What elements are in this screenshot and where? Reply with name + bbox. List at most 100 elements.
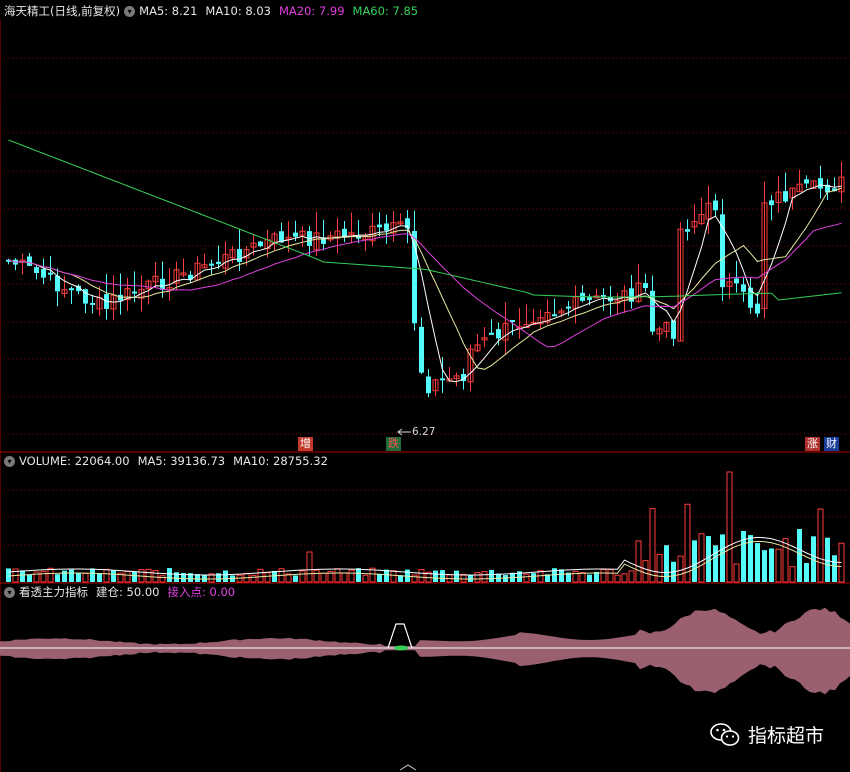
volume-bar <box>334 568 341 583</box>
price-candle <box>132 291 137 294</box>
volume-bar <box>250 574 257 583</box>
volume-bar <box>55 574 60 582</box>
volume-bar <box>202 574 207 582</box>
volume-bar <box>47 567 54 583</box>
price-candle <box>384 223 389 231</box>
price-candle <box>160 278 165 290</box>
price-candle <box>755 303 760 314</box>
volume-bar <box>614 574 621 583</box>
volume-bar <box>159 575 166 583</box>
volume-bar <box>390 570 397 583</box>
price-candle <box>685 229 690 232</box>
volume-bar <box>642 560 649 583</box>
ma20-line <box>8 222 842 348</box>
volume-bar <box>720 534 725 582</box>
price-candle <box>671 320 676 339</box>
price-candle <box>69 288 74 291</box>
volume-bar <box>356 568 361 582</box>
volume-bar <box>454 570 459 582</box>
price-candle <box>440 378 445 381</box>
volume-bar <box>418 569 425 583</box>
volume-bar <box>698 533 705 583</box>
indicator-name: 看透主力指标 <box>19 585 88 599</box>
volume-bar <box>600 569 607 583</box>
volume-bar <box>132 571 137 582</box>
wechat-icon <box>710 722 740 746</box>
volume-bar <box>804 563 809 582</box>
volume-bar <box>684 503 691 583</box>
volume-bar <box>27 574 32 582</box>
volume-bar <box>656 553 663 583</box>
ma60-value: 7.85 <box>392 4 419 18</box>
volume-bar <box>111 569 116 582</box>
vol-ma5-value: 39136.73 <box>170 454 226 468</box>
volume-bar <box>789 566 796 583</box>
price-candle <box>34 267 39 273</box>
volume-bar <box>537 570 544 583</box>
volume-bar <box>460 573 467 583</box>
chevron-down-icon[interactable]: ▾ <box>4 587 15 598</box>
volume-bar <box>440 570 445 582</box>
volume-bar <box>306 551 313 583</box>
ma10-value: 8.03 <box>245 4 271 18</box>
event-tag-cai[interactable]: 财 <box>824 437 839 451</box>
indicator-entry-dot <box>394 645 408 651</box>
price-candle <box>237 249 242 262</box>
volume-bar <box>481 571 488 583</box>
ma10-label: MA10: <box>205 4 242 18</box>
volume-bar <box>797 529 802 582</box>
price-candle <box>496 329 501 339</box>
indicator-signal <box>387 623 413 649</box>
price-candle <box>419 326 424 373</box>
volume-bar <box>635 540 642 583</box>
volume-bar <box>607 569 614 583</box>
price-candle <box>293 232 298 237</box>
volume-bar <box>299 570 306 583</box>
price-candle <box>643 283 648 288</box>
volume-bar <box>320 572 327 583</box>
volume-header: ▾ VOLUME: 22064.00 MA5: 39136.73 MA10: 2875… <box>4 452 328 470</box>
ma5-label: MA5: <box>139 4 169 18</box>
price-candle <box>713 200 718 211</box>
volume-bar <box>832 555 837 582</box>
volume-bar <box>82 573 89 583</box>
ma60-line <box>8 139 842 301</box>
volume-bar <box>124 571 131 583</box>
price-candle <box>783 191 788 202</box>
indicator-header: ▾ 看透主力指标 建仓: 50.00 接入点: 0.00 <box>4 583 235 601</box>
stock-chart[interactable] <box>0 0 850 772</box>
watermark: 指标超市 <box>710 721 824 748</box>
volume-bar <box>257 568 264 583</box>
volume-bar <box>677 555 684 583</box>
price-candle <box>552 314 557 317</box>
price-candle <box>426 376 431 394</box>
volume-bar <box>20 570 25 582</box>
volume-bar <box>628 570 635 583</box>
volume-bar <box>348 569 355 583</box>
price-candle <box>566 306 571 309</box>
ma5-line <box>8 184 842 383</box>
volume-bar <box>692 540 697 582</box>
volume-bar <box>713 545 718 582</box>
price-candle <box>489 332 494 335</box>
chevron-down-icon[interactable]: ▾ <box>4 456 15 467</box>
volume-bar <box>264 572 271 583</box>
volume-bar <box>489 569 494 582</box>
event-tag-zhang[interactable]: 涨 <box>805 437 820 451</box>
volume-bar <box>755 543 760 582</box>
ma10-line <box>8 187 842 370</box>
volume-bar <box>762 550 767 582</box>
stock-name: 海天精工 <box>4 4 50 18</box>
volume-bar <box>384 569 389 582</box>
price-candle <box>804 179 809 184</box>
price-candle <box>587 297 592 300</box>
volume-bar <box>782 538 789 583</box>
price-candle <box>258 241 263 247</box>
volume-bar <box>706 536 711 582</box>
price-candle <box>55 275 60 292</box>
price-candle <box>216 261 221 265</box>
event-tag-die[interactable]: 跌 <box>386 437 401 451</box>
event-tag-zeng[interactable]: 增 <box>298 437 313 451</box>
volume-bar <box>97 573 102 582</box>
chevron-down-icon[interactable]: ▾ <box>124 6 136 17</box>
